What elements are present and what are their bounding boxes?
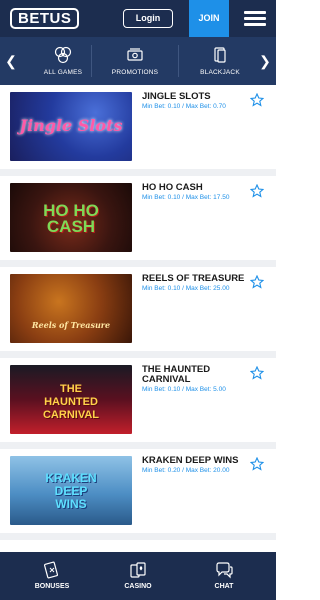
game-card-jingle-slots[interactable]: Jingle Slots JINGLE SLOTS Min Bet: 0.10 … xyxy=(0,85,276,169)
game-title[interactable]: JINGLE SLOTS xyxy=(142,92,246,102)
game-card-the-haunted-carnival[interactable]: THE HAUNTED CARNIVAL THE HAUNTED CARNIVA… xyxy=(0,358,276,442)
game-bet-range: Min Bet: 0.20 / Max Bet: 20.00 xyxy=(142,467,230,474)
category-blackjack[interactable]: BLACKJACK xyxy=(177,37,263,85)
nav-label: CHAT xyxy=(214,583,234,590)
game-card-partial xyxy=(0,540,276,552)
game-card-ho-ho-cash[interactable]: HO HO CASH HO HO CASH Min Bet: 0.10 / Ma… xyxy=(0,176,276,260)
chat-bubble-icon xyxy=(216,562,233,579)
cards-icon xyxy=(214,47,226,63)
betus-logo[interactable]: BETUS xyxy=(10,8,80,29)
app-root: BETUS Login JOIN ❮ ALL GAMES PROMOTIONS xyxy=(0,0,276,600)
game-thumbnail[interactable]: Jingle Slots xyxy=(10,92,132,161)
casino-chips-icon xyxy=(54,46,72,64)
thumbnail-title: THE HAUNTED CARNIVAL xyxy=(42,383,99,421)
category-nav: ❮ ALL GAMES PROMOTIONS BLACKJACK ❯ xyxy=(0,37,276,85)
join-button[interactable]: JOIN xyxy=(189,0,229,37)
game-title[interactable]: REELS OF TREASURE xyxy=(142,274,246,284)
favorite-star-icon[interactable] xyxy=(250,366,264,380)
bonus-card-icon xyxy=(43,561,59,579)
game-bet-range: Min Bet: 0.10 / Max Bet: 25.00 xyxy=(142,285,230,292)
game-title[interactable]: THE HAUNTED CARNIVAL xyxy=(142,365,246,385)
game-title[interactable]: HO HO CASH xyxy=(142,183,246,193)
bottom-nav: BONUSES CASINO CHAT xyxy=(0,552,276,600)
chevron-left-icon[interactable]: ❮ xyxy=(2,37,20,85)
nav-chat[interactable]: CHAT xyxy=(178,552,270,600)
game-card-reels-of-treasure[interactable]: Reels of Treasure REELS OF TREASURE Min … xyxy=(0,267,276,351)
thumbnail-title: HO HO CASH xyxy=(43,201,99,236)
game-title[interactable]: KRAKEN DEEP WINS xyxy=(142,456,246,466)
game-bet-range: Min Bet: 0.10 / Max Bet: 17.50 xyxy=(142,194,230,201)
login-button[interactable]: Login xyxy=(123,9,173,28)
chevron-right-icon[interactable]: ❯ xyxy=(256,37,274,85)
money-icon xyxy=(127,48,143,61)
game-thumbnail[interactable]: HO HO CASH xyxy=(10,183,132,252)
thumbnail-title: KRAKEN DEEP WINS xyxy=(45,471,97,511)
game-thumbnail[interactable]: KRAKEN DEEP WINS xyxy=(10,456,132,525)
playing-cards-icon xyxy=(130,562,146,578)
hamburger-menu-icon[interactable] xyxy=(244,11,266,27)
game-bet-range: Min Bet: 0.10 / Max Bet: 0.70 xyxy=(142,103,226,110)
thumbnail-title: Jingle Slots xyxy=(19,116,123,135)
nav-label: CASINO xyxy=(124,583,152,590)
favorite-star-icon[interactable] xyxy=(250,275,264,289)
nav-label: BONUSES xyxy=(34,583,70,590)
category-promotions[interactable]: PROMOTIONS xyxy=(92,37,178,85)
game-card-kraken-deep-wins[interactable]: KRAKEN DEEP WINS KRAKEN DEEP WINS Min Be… xyxy=(0,449,276,533)
nav-bonuses[interactable]: BONUSES xyxy=(6,552,98,600)
thumbnail-title: Reels of Treasure xyxy=(31,320,111,330)
category-label: PROMOTIONS xyxy=(111,69,159,76)
game-bet-range: Min Bet: 0.10 / Max Bet: 5.00 xyxy=(142,386,226,393)
category-label: BLACKJACK xyxy=(200,69,240,76)
top-header: BETUS Login JOIN xyxy=(0,0,276,37)
favorite-star-icon[interactable] xyxy=(250,93,264,107)
nav-casino[interactable]: CASINO xyxy=(92,552,184,600)
game-thumbnail[interactable]: Reels of Treasure xyxy=(10,274,132,343)
game-thumbnail[interactable]: THE HAUNTED CARNIVAL xyxy=(10,365,132,434)
favorite-star-icon[interactable] xyxy=(250,457,264,471)
favorite-star-icon[interactable] xyxy=(250,184,264,198)
